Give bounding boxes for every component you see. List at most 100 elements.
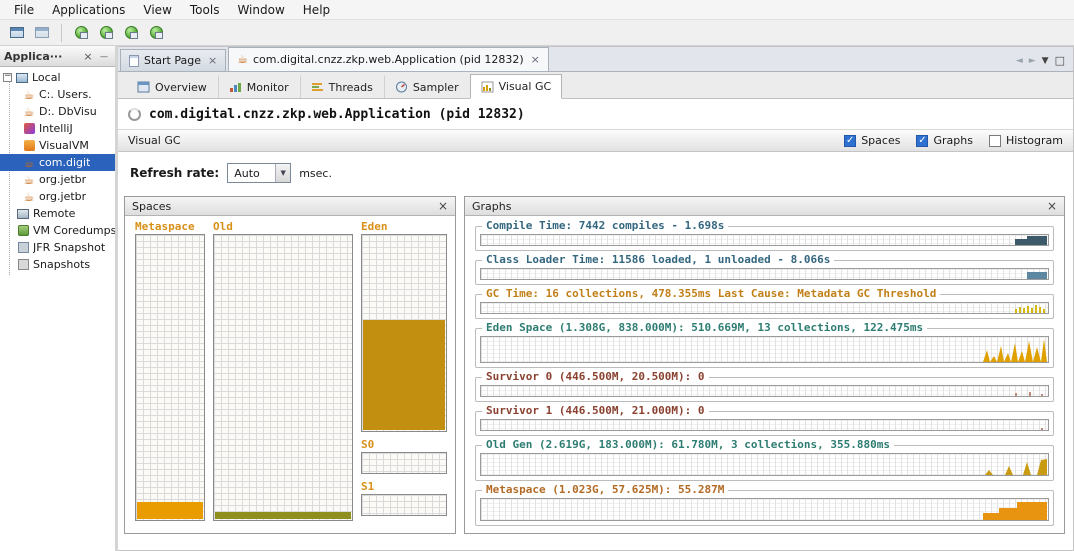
overview-icon bbox=[137, 81, 150, 93]
visual-gc-icon bbox=[481, 81, 494, 92]
checkbox-histogram[interactable]: Histogram bbox=[988, 134, 1063, 147]
add-remote-host-button[interactable] bbox=[95, 22, 117, 44]
compile-time-chart bbox=[480, 234, 1049, 246]
compile-time-sparkline bbox=[1015, 236, 1047, 245]
tab-start-page[interactable]: Start Page bbox=[120, 49, 227, 71]
applications-panel-title: Applica··· bbox=[4, 49, 63, 63]
menu-help[interactable]: Help bbox=[295, 1, 338, 19]
sidebar-item-jfr-snapshots[interactable]: JFR Snapshot bbox=[0, 239, 115, 256]
survivor-1-space bbox=[361, 494, 447, 516]
spaces-panel-body: Metaspace Old Eden S0 S1 bbox=[125, 216, 455, 533]
class-loader-sparkline bbox=[1027, 272, 1047, 279]
close-icon[interactable] bbox=[81, 49, 95, 63]
threads-icon bbox=[311, 83, 323, 91]
save-snapshot-button[interactable] bbox=[31, 22, 53, 44]
intellij-icon bbox=[22, 122, 36, 135]
eden-fill bbox=[363, 320, 445, 430]
spaces-panel: Spaces Metaspace Old Eden bbox=[124, 196, 456, 534]
gc-time-sparkline bbox=[1015, 305, 1045, 313]
gc-time-title: GC Time: 16 collections, 478.355ms Last … bbox=[482, 287, 941, 300]
class-loader-time-chart bbox=[480, 268, 1049, 280]
metaspace-space bbox=[135, 234, 205, 521]
sidebar-item-d-dbvisualizer[interactable]: D:. DbVisu bbox=[0, 103, 115, 120]
minimize-icon[interactable] bbox=[97, 49, 111, 63]
metaspace-chart bbox=[480, 498, 1049, 521]
tab-visual-gc[interactable]: Visual GC bbox=[469, 74, 563, 99]
tab-application-label: com.digital.cnzz.zkp.web.Application (pi… bbox=[252, 53, 524, 66]
chevron-down-icon bbox=[275, 164, 291, 182]
s0-label: S0 bbox=[361, 438, 375, 451]
close-tab-icon[interactable] bbox=[208, 54, 217, 67]
sidebar-item-snapshots[interactable]: Snapshots bbox=[0, 256, 115, 273]
refresh-rate-row: Refresh rate: Auto msec. bbox=[118, 152, 1073, 194]
close-icon[interactable] bbox=[438, 199, 448, 213]
close-tab-icon[interactable] bbox=[531, 53, 540, 66]
computer-icon bbox=[15, 71, 29, 84]
scroll-tabs-right-icon[interactable] bbox=[1029, 56, 1036, 66]
graph-row-survivor-1: Survivor 1 (446.500M, 21.000M): 0 bbox=[475, 404, 1054, 436]
old-fill bbox=[215, 512, 351, 519]
sidebar-item-intellij[interactable]: IntelliJ bbox=[0, 120, 115, 137]
menu-file[interactable]: File bbox=[6, 1, 42, 19]
maximize-tab-icon[interactable] bbox=[1055, 54, 1065, 67]
tab-sampler[interactable]: Sampler bbox=[383, 75, 470, 98]
menu-tools[interactable]: Tools bbox=[182, 1, 228, 19]
add-application-button[interactable] bbox=[70, 22, 92, 44]
menu-applications[interactable]: Applications bbox=[44, 1, 133, 19]
sidebar-item-org-jetbrains-1[interactable]: org.jetbr bbox=[0, 171, 115, 188]
sidebar-item-org-jetbrains-2[interactable]: org.jetbr bbox=[0, 188, 115, 205]
graphs-panel: Graphs Compile Time: 7442 compiles - 1.6… bbox=[464, 196, 1065, 534]
sidebar-item-remote[interactable]: Remote bbox=[0, 205, 115, 222]
graphs-panel-header: Graphs bbox=[465, 197, 1064, 216]
sidebar-item-c-users[interactable]: C:. Users. bbox=[0, 86, 115, 103]
eden-space-chart bbox=[480, 336, 1049, 363]
graph-row-eden-space: Eden Space (1.308G, 838.000M): 510.669M,… bbox=[475, 321, 1054, 368]
checkbox-spaces[interactable]: Spaces bbox=[844, 134, 900, 147]
monitor-icon bbox=[229, 83, 241, 92]
checkbox-graphs[interactable]: Graphs bbox=[916, 134, 973, 147]
start-page-icon bbox=[129, 54, 139, 67]
add-remote-host-icon bbox=[99, 26, 113, 39]
open-snapshot-button[interactable] bbox=[6, 22, 28, 44]
survivor-1-title: Survivor 1 (446.500M, 21.000M): 0 bbox=[482, 404, 709, 417]
toolbar bbox=[0, 20, 1074, 46]
visual-gc-toolbar: Visual GC Spaces Graphs Histogram bbox=[118, 129, 1073, 152]
java-cup-icon bbox=[22, 88, 36, 101]
applications-panel-header: Applica··· bbox=[0, 46, 115, 67]
old-label: Old bbox=[213, 220, 233, 233]
tab-application[interactable]: com.digital.cnzz.zkp.web.Application (pi… bbox=[228, 47, 549, 71]
tab-list-dropdown-icon[interactable] bbox=[1042, 56, 1049, 66]
thread-dump-button[interactable] bbox=[120, 22, 142, 44]
tab-threads[interactable]: Threads bbox=[299, 75, 384, 98]
add-application-icon bbox=[74, 26, 88, 39]
old-gen-chart bbox=[480, 453, 1049, 476]
graph-row-metaspace: Metaspace (1.023G, 57.625M): 55.287M bbox=[475, 483, 1054, 526]
close-icon[interactable] bbox=[1047, 199, 1057, 213]
graphs-panel-title: Graphs bbox=[472, 199, 512, 213]
menu-view[interactable]: View bbox=[135, 1, 179, 19]
collapse-icon[interactable] bbox=[3, 73, 12, 82]
sidebar-item-local[interactable]: Local bbox=[0, 69, 115, 86]
sidebar-item-vm-coredumps[interactable]: VM Coredumps bbox=[0, 222, 115, 239]
sidebar-item-visualvm[interactable]: VisualVM bbox=[0, 137, 115, 154]
metaspace-sparkline bbox=[983, 502, 1047, 520]
heap-dump-button[interactable] bbox=[145, 22, 167, 44]
applications-tree: Local C:. Users. D:. DbVisu IntelliJ Vis… bbox=[0, 67, 115, 551]
refresh-rate-select[interactable]: Auto bbox=[227, 163, 292, 183]
application-header: com.digital.cnzz.zkp.web.Application (pi… bbox=[118, 99, 1073, 129]
old-gen-sparkline bbox=[985, 459, 1047, 475]
java-cup-icon bbox=[237, 53, 248, 66]
jfr-snapshot-icon bbox=[16, 241, 30, 254]
metaspace-label: Metaspace bbox=[135, 220, 195, 233]
survivor-0-sparkline bbox=[1015, 392, 1043, 396]
scroll-tabs-left-icon[interactable] bbox=[1016, 56, 1023, 66]
sidebar-item-com-digital-application[interactable]: com.digit bbox=[0, 154, 115, 171]
tab-overview[interactable]: Overview bbox=[126, 75, 218, 98]
old-space bbox=[213, 234, 353, 521]
visualvm-window: File Applications View Tools Window Help… bbox=[0, 0, 1074, 551]
visual-gc-label: Visual GC bbox=[128, 134, 181, 147]
survivor-1-sparkline bbox=[1041, 428, 1043, 430]
tab-monitor[interactable]: Monitor bbox=[217, 75, 300, 98]
menu-window[interactable]: Window bbox=[229, 1, 292, 19]
java-cup-icon bbox=[22, 156, 36, 169]
